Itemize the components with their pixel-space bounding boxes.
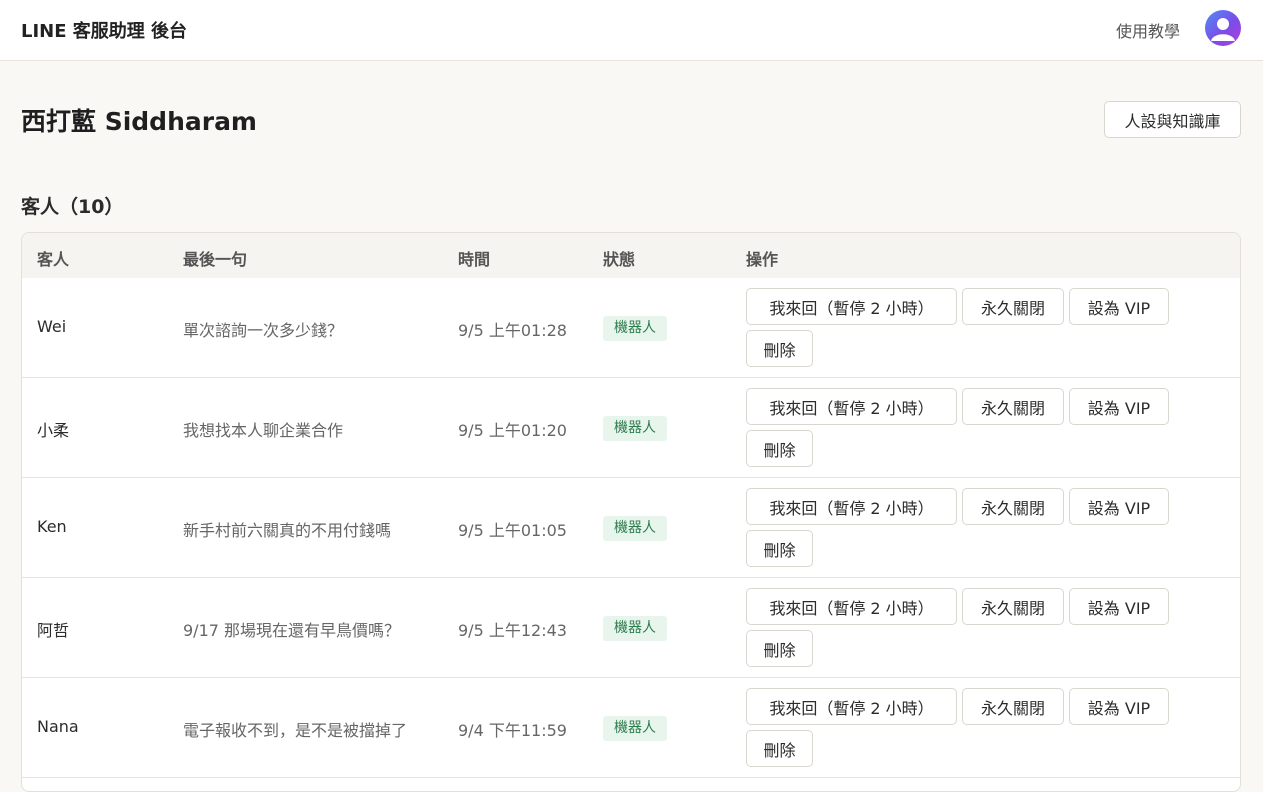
status-badge: 機器人: [603, 716, 667, 741]
column-header-time: 時間: [458, 250, 491, 269]
column-header-customer: 客人: [37, 250, 70, 269]
status-badge: 機器人: [603, 616, 667, 641]
set-vip-button[interactable]: 設為 VIP: [1069, 288, 1169, 325]
table-row: 小柔 我想找本人聊企業合作 9/5 上午01:20 機器人 我來回（暫停 2 小…: [22, 378, 1240, 478]
close-permanently-button[interactable]: 永久關閉: [962, 688, 1064, 725]
delete-button[interactable]: 刪除: [746, 530, 813, 567]
customers-section-title: 客人（10）: [21, 196, 124, 218]
set-vip-button[interactable]: 設為 VIP: [1069, 588, 1169, 625]
user-avatar[interactable]: [1205, 10, 1241, 46]
close-permanently-button[interactable]: 永久關閉: [962, 288, 1064, 325]
user-icon: [1211, 18, 1235, 41]
customer-name: 小柔: [37, 421, 70, 440]
table-row: Nana 電子報收不到，是不是被擋掉了 9/4 下午11:59 機器人 我來回（…: [22, 678, 1240, 778]
top-bar: LINE 客服助理 後台 使用教學: [0, 0, 1263, 61]
takeover-button[interactable]: 我來回（暫停 2 小時）: [746, 288, 957, 325]
takeover-button[interactable]: 我來回（暫停 2 小時）: [746, 688, 957, 725]
takeover-button[interactable]: 我來回（暫停 2 小時）: [746, 588, 957, 625]
delete-button[interactable]: 刪除: [746, 430, 813, 467]
takeover-button[interactable]: 我來回（暫停 2 小時）: [746, 388, 957, 425]
message-time: 9/5 上午01:05: [458, 521, 567, 540]
persona-knowledge-button[interactable]: 人設與知識庫: [1104, 101, 1241, 138]
set-vip-button[interactable]: 設為 VIP: [1069, 688, 1169, 725]
message-time: 9/5 上午01:28: [458, 321, 567, 340]
delete-button[interactable]: 刪除: [746, 630, 813, 667]
message-time: 9/4 下午11:59: [458, 721, 567, 740]
column-header-actions: 操作: [746, 250, 779, 269]
close-permanently-button[interactable]: 永久關閉: [962, 388, 1064, 425]
last-message: 我想找本人聊企業合作: [183, 421, 344, 440]
set-vip-button[interactable]: 設為 VIP: [1069, 388, 1169, 425]
page-title: 西打藍 Siddharam: [21, 107, 257, 136]
status-badge: 機器人: [603, 516, 667, 541]
customer-name: Nana: [37, 717, 79, 736]
customers-table: 客人 最後一句 時間 狀態 操作 Wei 單次諮詢一次多少錢？ 9/5 上午01…: [21, 232, 1241, 792]
tutorial-link[interactable]: 使用教學: [1116, 18, 1180, 42]
delete-button[interactable]: 刪除: [746, 730, 813, 767]
status-badge: 機器人: [603, 416, 667, 441]
message-time: 9/5 上午12:43: [458, 621, 567, 640]
customer-name: Wei: [37, 317, 67, 336]
last-message: 單次諮詢一次多少錢？: [183, 321, 344, 340]
app-title: LINE 客服助理 後台: [21, 21, 188, 42]
takeover-button[interactable]: 我來回（暫停 2 小時）: [746, 488, 957, 525]
last-message: 9/17 那場現在還有早鳥價嗎？: [183, 621, 401, 640]
table-header: 客人 最後一句 時間 狀態 操作: [22, 233, 1240, 278]
customer-name: Ken: [37, 517, 67, 536]
last-message: 新手村前六關真的不用付錢嗎: [183, 521, 392, 540]
table-row: Ken 新手村前六關真的不用付錢嗎 9/5 上午01:05 機器人 我來回（暫停…: [22, 478, 1240, 578]
delete-button[interactable]: 刪除: [746, 330, 813, 367]
last-message: 電子報收不到，是不是被擋掉了: [183, 721, 408, 740]
table-row: Wei 單次諮詢一次多少錢？ 9/5 上午01:28 機器人 我來回（暫停 2 …: [22, 278, 1240, 378]
set-vip-button[interactable]: 設為 VIP: [1069, 488, 1169, 525]
column-header-status: 狀態: [603, 250, 636, 269]
message-time: 9/5 上午01:20: [458, 421, 567, 440]
close-permanently-button[interactable]: 永久關閉: [962, 588, 1064, 625]
customer-name: 阿哲: [37, 621, 70, 640]
table-row: 阿哲 9/17 那場現在還有早鳥價嗎？ 9/5 上午12:43 機器人 我來回（…: [22, 578, 1240, 678]
status-badge: 機器人: [603, 316, 667, 341]
column-header-last-message: 最後一句: [183, 250, 248, 269]
close-permanently-button[interactable]: 永久關閉: [962, 488, 1064, 525]
